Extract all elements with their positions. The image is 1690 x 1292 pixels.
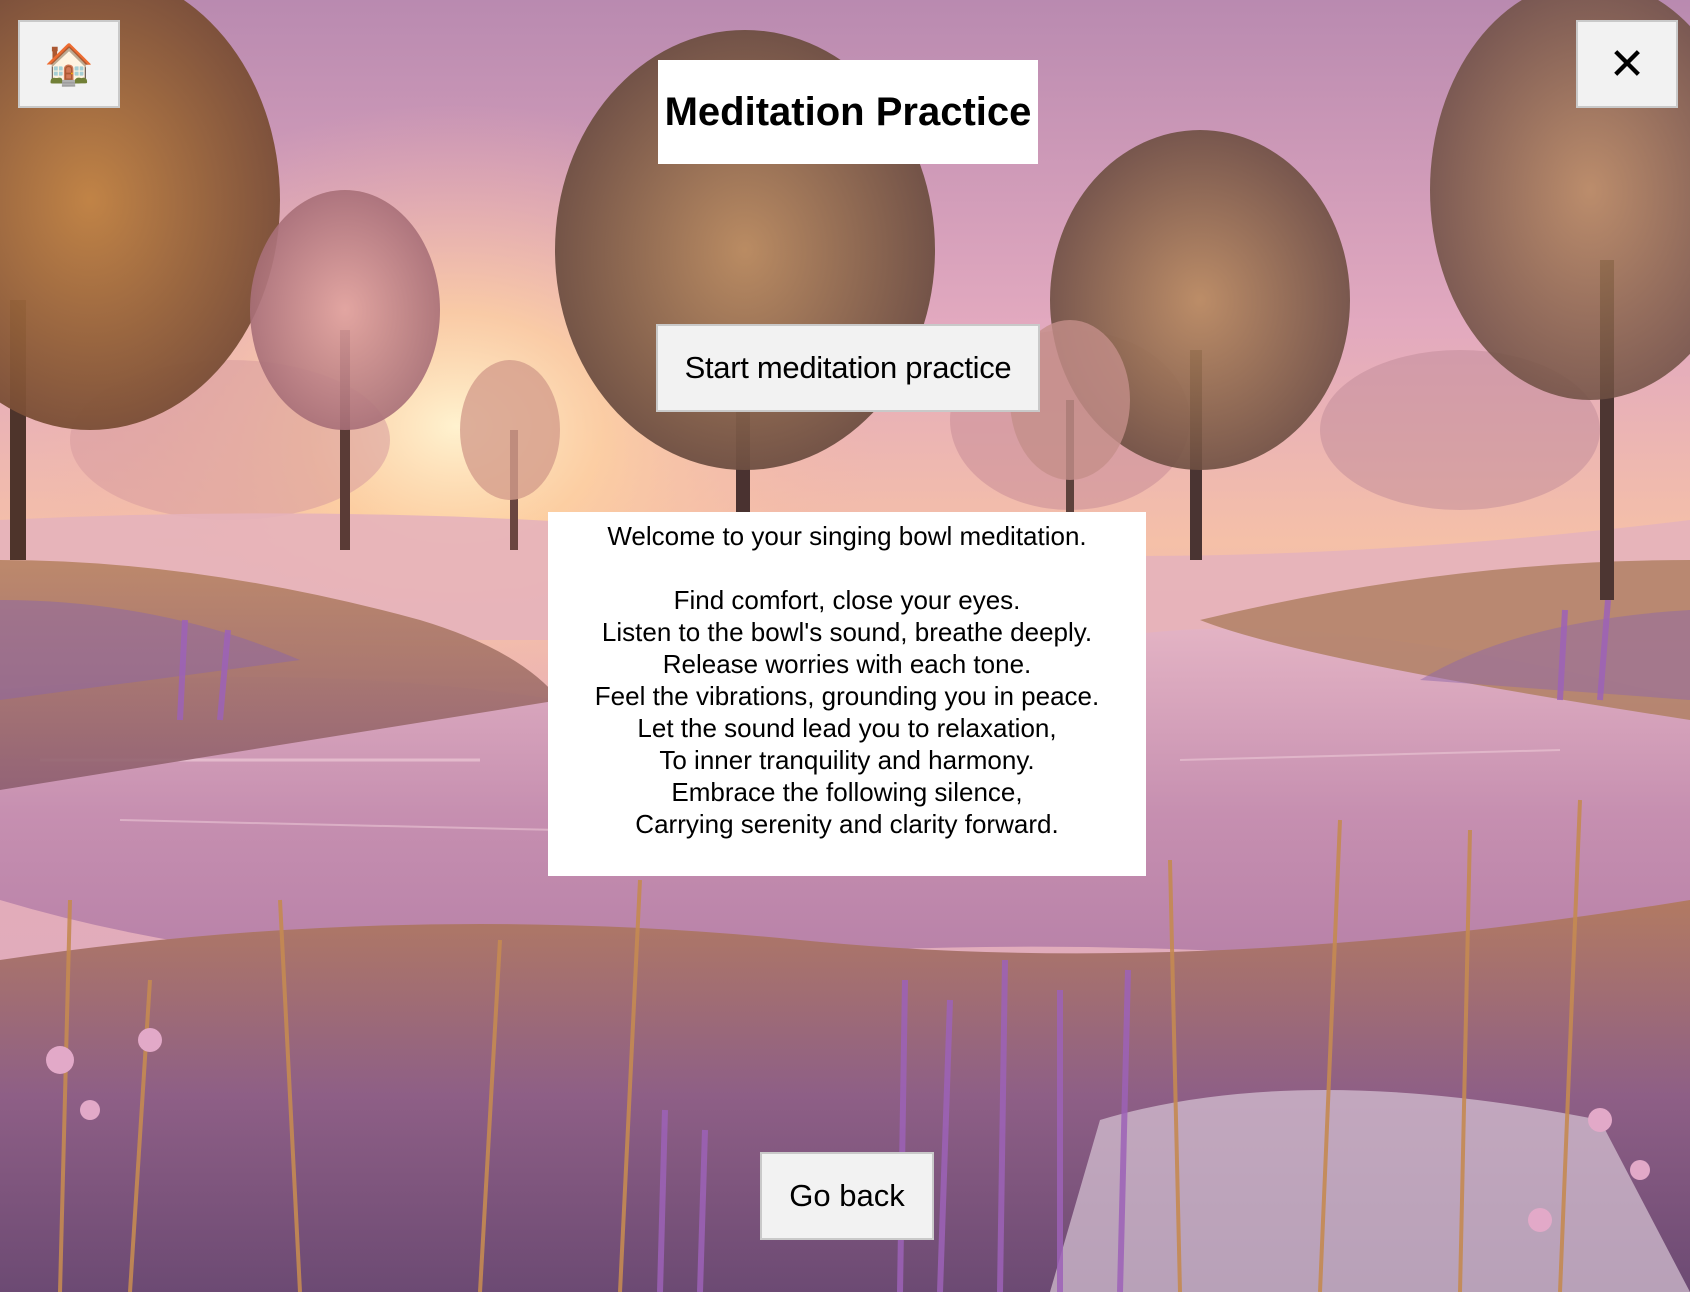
meditation-instructions: Welcome to your singing bowl meditation.… [548,512,1146,876]
go-back-button[interactable]: Go back [760,1152,934,1240]
start-meditation-button[interactable]: Start meditation practice [656,324,1040,412]
instructions-line: Release worries with each tone. [662,649,1032,679]
instructions-line: Find comfort, close your eyes. [673,585,1021,615]
close-button[interactable]: ✕ [1576,20,1678,108]
home-icon: 🏠 [44,42,94,87]
instructions-line: To inner tranquility and harmony. [659,745,1035,775]
home-button[interactable]: 🏠 [18,20,120,108]
instructions-line: Carrying serenity and clarity forward. [635,809,1059,839]
instructions-line: Embrace the following silence, [671,777,1023,807]
instructions-line: Listen to the bowl's sound, breathe deep… [601,617,1093,647]
instructions-line: Let the sound lead you to relaxation, [637,713,1057,743]
instructions-greeting: Welcome to your singing bowl meditation. [607,521,1087,551]
page-title: Meditation Practice [658,60,1038,164]
instructions-line: Feel the vibrations, grounding you in pe… [594,681,1100,711]
close-icon: ✕ [1608,39,1646,89]
